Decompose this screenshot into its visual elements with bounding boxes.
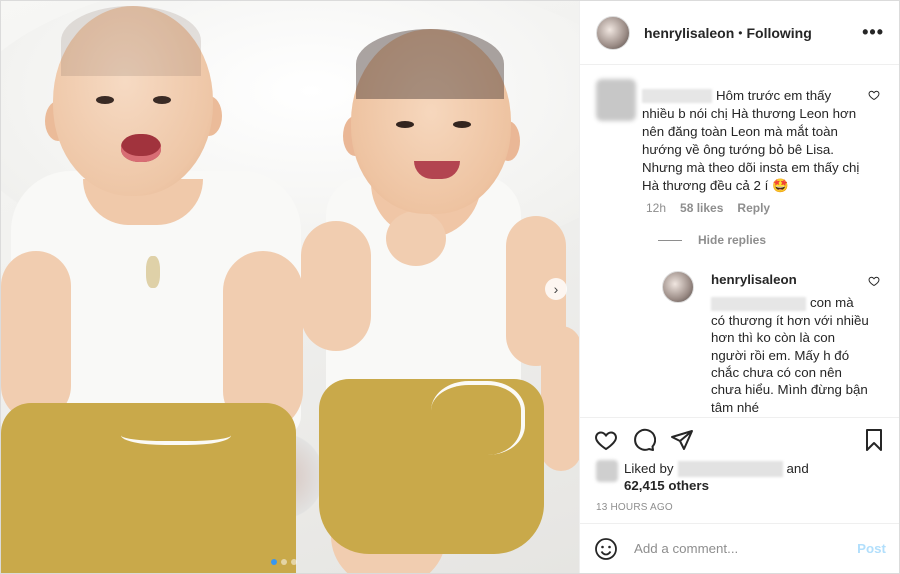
actions-section: Liked by and 62,415 others 13 HOURS AGO xyxy=(580,417,899,538)
reply-author-avatar[interactable] xyxy=(662,271,694,303)
comment-time[interactable]: 12h xyxy=(646,201,666,215)
comment-meta: 12h 58 likes Reply xyxy=(646,201,770,215)
add-comment-bar: Post xyxy=(580,523,899,573)
baby-right-eye xyxy=(396,121,414,128)
baby-left-hair xyxy=(61,6,201,76)
comments-section: Hôm trước em thấy nhiều b nói chị Hà thư… xyxy=(580,65,899,417)
liked-by-text: Liked by and 62,415 others xyxy=(624,460,809,494)
baby-right-arm-left xyxy=(301,221,371,351)
more-options-icon[interactable]: ••• xyxy=(862,22,884,43)
liked-by-row: Liked by and 62,415 others xyxy=(596,460,809,494)
bookmark-icon[interactable] xyxy=(862,428,886,452)
comment-text: Hôm trước em thấy nhiều b nói chị Hà thư… xyxy=(642,88,860,193)
reply-content: con mà có thương ít hơn với nhiều hơn th… xyxy=(711,294,871,416)
author-username[interactable]: henrylisaleon xyxy=(644,25,734,41)
post-header: henrylisaleon • Following ••• xyxy=(580,1,899,65)
following-button[interactable]: Following xyxy=(746,25,811,41)
post-dialog: › henrylisaleon • Following ••• Hôm trướ… xyxy=(0,0,900,574)
reply-heart-icon[interactable] xyxy=(868,275,880,287)
baby-left-arm-left xyxy=(1,251,71,421)
post-photo[interactable]: › xyxy=(1,1,579,573)
liked-by-prefix: Liked by xyxy=(624,461,674,476)
post-timestamp[interactable]: 13 HOURS AGO xyxy=(596,502,673,513)
likes-count[interactable]: 62,415 others xyxy=(624,478,709,493)
baby-left-eye xyxy=(153,96,171,104)
baby-right-hair xyxy=(356,29,504,99)
carousel-dot xyxy=(291,559,297,565)
reply-text: con mà có thương ít hơn với nhiều hơn th… xyxy=(711,295,869,415)
liker-username-redacted[interactable] xyxy=(677,461,783,478)
shirt-stain xyxy=(146,256,160,288)
baby-left-eye xyxy=(96,96,114,104)
reply-body: henrylisaleon con mà có thương ít hơn vớ… xyxy=(711,271,871,416)
hide-replies-label: Hide replies xyxy=(698,233,767,247)
post-button[interactable]: Post xyxy=(857,541,886,556)
author-avatar[interactable] xyxy=(596,15,630,50)
mentioned-username-redacted[interactable] xyxy=(711,296,806,311)
carousel-dot xyxy=(271,559,277,565)
side-panel: henrylisaleon • Following ••• Hôm trước … xyxy=(579,1,899,573)
reply-author-username[interactable]: henrylisaleon xyxy=(711,271,871,288)
comment-heart-icon[interactable] xyxy=(868,89,880,101)
baby-left-mouth xyxy=(121,134,161,162)
action-icons xyxy=(594,428,886,452)
carousel-next-button[interactable]: › xyxy=(545,278,567,300)
hide-replies-line xyxy=(658,239,682,241)
carousel-dots xyxy=(271,559,297,565)
liker-avatar-redacted[interactable] xyxy=(596,460,618,482)
comment-bubble-icon[interactable] xyxy=(632,428,656,452)
drawstring-right xyxy=(431,381,525,455)
hide-replies-button[interactable]: Hide replies xyxy=(658,233,766,247)
carousel-dot xyxy=(281,559,287,565)
reply-button[interactable]: Reply xyxy=(737,201,770,215)
like-heart-icon[interactable] xyxy=(594,428,618,452)
comment-likes[interactable]: 58 likes xyxy=(680,201,723,215)
share-paper-plane-icon[interactable] xyxy=(670,428,694,452)
separator-dot: • xyxy=(738,25,743,40)
baby-right-hand xyxy=(386,211,446,266)
drawstring-left xyxy=(121,421,231,445)
emoji-smiley-icon[interactable] xyxy=(594,537,618,561)
commenter-avatar[interactable] xyxy=(596,79,636,121)
baby-right-foot xyxy=(541,326,579,471)
comment-input[interactable] xyxy=(632,540,858,557)
commenter-username-redacted[interactable] xyxy=(642,89,712,104)
liked-by-and: and xyxy=(786,461,809,476)
baby-right-eye xyxy=(453,121,471,128)
comment-body: Hôm trước em thấy nhiều b nói chị Hà thư… xyxy=(642,87,866,195)
